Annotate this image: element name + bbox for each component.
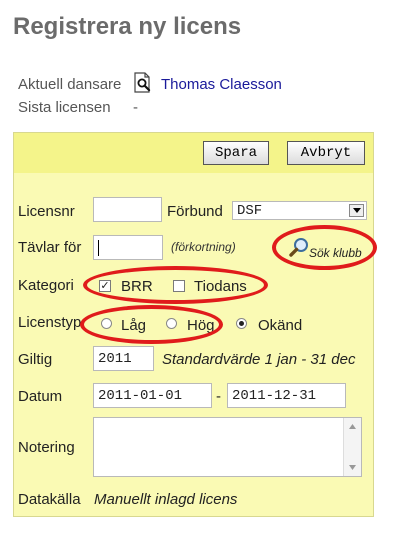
federation-select[interactable]: DSF (232, 201, 367, 220)
license-no-label: Licensnr (18, 203, 75, 220)
license-no-input[interactable] (93, 197, 162, 222)
abbrev-hint: (förkortning) (171, 240, 236, 254)
competes-for-input[interactable] (93, 235, 163, 260)
note-label: Notering (18, 439, 75, 456)
valid-hint: Standardvärde 1 jan - 31 dec (162, 351, 356, 368)
license-type-low-radio[interactable] (101, 318, 112, 329)
date-from-input[interactable]: 2011-01-01 (93, 383, 212, 408)
search-icon[interactable] (288, 237, 310, 259)
license-type-low-label: Låg (121, 317, 147, 334)
text-cursor (98, 239, 99, 256)
scroll-down-icon[interactable] (349, 465, 356, 470)
data-source-label: Datakälla (18, 491, 81, 508)
license-type-unknown-radio[interactable] (236, 318, 247, 329)
valid-year-input[interactable]: 2011 (93, 346, 154, 371)
chevron-down-icon[interactable] (349, 204, 364, 217)
view-document-icon[interactable] (133, 72, 153, 94)
last-license-label: Sista licensen (18, 99, 111, 116)
scroll-up-icon[interactable] (349, 424, 356, 429)
competes-for-label: Tävlar för (18, 239, 82, 256)
valid-label: Giltig (18, 351, 53, 368)
license-type-unknown-label: Okänd (258, 317, 303, 334)
note-textarea[interactable] (93, 417, 362, 477)
cancel-button[interactable]: Avbryt (287, 141, 365, 165)
category-tiodans-checkbox[interactable] (173, 280, 185, 292)
date-label: Datum (18, 388, 63, 405)
current-dancer-label: Aktuell dansare (18, 76, 122, 93)
current-dancer-name-link[interactable]: Thomas Claesson (161, 76, 282, 93)
license-type-high-radio[interactable] (166, 318, 177, 329)
note-scrollbar[interactable] (343, 418, 361, 476)
last-license-value: - (133, 99, 138, 116)
category-label: Kategori (18, 277, 74, 294)
category-brr-checkbox[interactable]: ✓ (99, 280, 111, 292)
category-brr-label: BRR (121, 278, 153, 295)
search-club-link[interactable]: Sök klubb (309, 246, 362, 260)
date-separator: - (216, 388, 221, 405)
license-type-label: Licenstyp (18, 314, 82, 331)
category-tiodans-label: Tiodans (194, 278, 247, 295)
federation-select-value: DSF (237, 202, 263, 219)
page-title: Registrera ny licens (13, 13, 242, 40)
license-type-high-label: Hög (187, 317, 215, 334)
federation-label: Förbund (167, 203, 223, 220)
date-to-input[interactable]: 2011-12-31 (227, 383, 346, 408)
data-source-value: Manuellt inlagd licens (94, 491, 238, 508)
save-button[interactable]: Spara (203, 141, 269, 165)
